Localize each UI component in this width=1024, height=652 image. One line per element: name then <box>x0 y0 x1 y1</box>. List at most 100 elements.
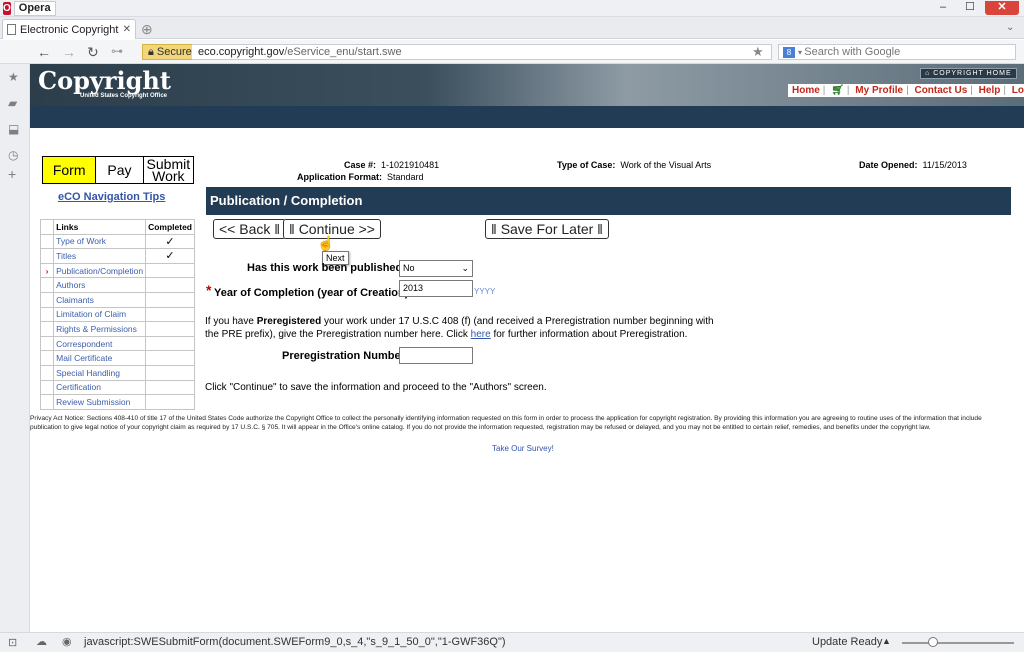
panel-toggle-icon[interactable]: ⊡ <box>8 636 17 649</box>
search-input[interactable]: 8 ▾ Search with Google <box>778 44 1016 60</box>
nav-link[interactable]: Type of Work <box>53 233 147 250</box>
tab-bar <box>0 17 1024 39</box>
copyright-logo[interactable]: Copyright <box>38 66 171 95</box>
zoom-up-icon[interactable]: ▲ <box>882 636 891 646</box>
date-opened: Date Opened: 11/15/2013 <box>859 160 967 170</box>
links-table-row: Special Handling <box>39 364 195 381</box>
key-icon[interactable]: ⊶ <box>111 44 123 58</box>
speed-dial-icon[interactable]: ◉ <box>62 635 72 648</box>
nav-link[interactable]: Correspondent <box>53 335 147 352</box>
current-step-marker <box>39 335 55 352</box>
prereg-here-link[interactable]: here <box>471 329 491 340</box>
completed-check-icon <box>145 394 195 410</box>
star-icon[interactable]: ★ <box>8 70 19 84</box>
links-table-row: Mail Certificate <box>39 350 195 366</box>
survey-link[interactable]: Take Our Survey! <box>492 444 554 453</box>
google-icon: 8 <box>783 47 795 58</box>
year-hint: YYYY <box>474 287 496 296</box>
year-label: Year of Completion (year of Creation): <box>214 287 413 299</box>
required-asterisk: * <box>206 282 212 298</box>
links-table-row: Rights & Permissions <box>39 321 195 337</box>
browser-tab[interactable]: Electronic Copyright O... ✕ <box>2 19 136 39</box>
completed-check-icon <box>145 262 195 279</box>
new-tab-icon[interactable]: ⊕ <box>141 21 153 38</box>
copyright-home-button[interactable]: ⌂ COPYRIGHT HOME <box>920 68 1017 79</box>
status-url: javascript:SWESubmitForm(document.SWEFor… <box>84 636 506 648</box>
notes-icon[interactable]: ▰ <box>8 96 17 110</box>
contact-us-link[interactable]: Contact Us <box>914 85 967 96</box>
cart-icon[interactable]: 🛒︎ <box>831 85 844 96</box>
nav-link[interactable]: Limitation of Claim <box>53 306 147 323</box>
links-table-row: Review Submission <box>39 394 195 410</box>
tab-title: Electronic Copyright O... <box>20 23 119 36</box>
nav-link[interactable]: Publication/Completion <box>53 262 147 279</box>
links-table-row: Type of Work ✓ <box>39 233 195 250</box>
maximize-icon[interactable]: ☐ <box>957 1 983 15</box>
completed-check-icon <box>145 364 195 381</box>
help-link[interactable]: Help <box>979 85 1001 96</box>
logo-subtitle: United States Copyright Office <box>80 93 168 99</box>
section-title: Publication / Completion <box>206 187 1011 215</box>
completed-check-icon <box>145 321 195 337</box>
current-step-marker <box>39 233 55 250</box>
close-tab-icon[interactable]: ✕ <box>123 24 131 35</box>
links-table-header: Links Completed <box>39 219 195 235</box>
update-ready[interactable]: Update Ready <box>812 636 882 648</box>
log-out-link[interactable]: Log Out <box>1012 85 1024 96</box>
nav-link[interactable]: Claimants <box>53 291 147 308</box>
case-number: Case #: 1-1021910481 <box>344 160 440 170</box>
nav-tips-link[interactable]: eCO Navigation Tips <box>58 191 165 203</box>
nav-link[interactable]: Review Submission <box>53 394 147 410</box>
chevron-down-icon[interactable]: ⌄ <box>1006 22 1014 33</box>
blue-bar <box>30 106 1024 128</box>
cloud-icon[interactable]: ☁ <box>36 635 47 648</box>
current-step-marker <box>39 350 55 366</box>
close-window-icon[interactable]: ✕ <box>985 1 1019 15</box>
nav-link[interactable]: Special Handling <box>53 364 147 381</box>
current-step-marker <box>39 306 55 323</box>
zoom-slider[interactable] <box>902 642 1014 644</box>
year-input[interactable]: 2013 <box>399 280 473 297</box>
history-icon[interactable]: ◷ <box>8 148 18 162</box>
opera-menu-button[interactable]: O Opera <box>0 0 56 17</box>
forward-arrow-icon[interactable]: → <box>62 44 76 60</box>
downloads-icon[interactable]: ⬓ <box>8 122 19 136</box>
my-profile-link[interactable]: My Profile <box>855 85 903 96</box>
privacy-notice: Privacy Act Notice: Sections 408-410 of … <box>30 415 982 431</box>
url-input[interactable]: eco.copyright.gov/eService_enu/start.swe <box>192 44 772 60</box>
prereg-label: Preregistration Number: <box>282 350 409 362</box>
web-page: Copyright United States Copyright Office… <box>30 64 1024 632</box>
secure-label: Secure <box>156 46 192 58</box>
home-icon: ⌂ <box>925 70 934 77</box>
opera-menu-label: Opera <box>13 1 56 16</box>
current-step-marker <box>39 379 55 396</box>
current-step-marker <box>39 248 55 264</box>
published-select[interactable]: No ⌄ <box>399 260 473 277</box>
save-for-later-button[interactable]: ‖ Save For Later ‖ <box>485 219 609 239</box>
zoom-slider-handle[interactable] <box>928 637 938 647</box>
add-panel-icon[interactable]: + <box>8 166 16 182</box>
back-button[interactable]: << Back ‖ <box>213 219 287 239</box>
nav-link[interactable]: Titles <box>53 248 147 264</box>
links-table-row: Certification <box>39 379 195 396</box>
status-bar: ⊡ ☁ ◉ javascript:SWESubmitForm(document.… <box>0 632 1024 652</box>
completed-check-icon <box>145 335 195 352</box>
nav-link[interactable]: Rights & Permissions <box>53 321 147 337</box>
reload-icon[interactable]: ↻ <box>87 44 99 61</box>
links-table-row: Limitation of Claim <box>39 306 195 323</box>
completed-check-icon <box>145 277 195 293</box>
prereg-input[interactable] <box>399 347 473 364</box>
minimize-icon[interactable]: – <box>930 1 956 15</box>
secure-badge[interactable]: 🔒︎ Secure <box>142 44 198 60</box>
step-indicator: Form Pay Submit Work <box>42 156 194 184</box>
nav-link[interactable]: Certification <box>53 379 147 396</box>
copyright-home-label: COPYRIGHT HOME <box>933 70 1012 77</box>
nav-link[interactable]: Mail Certificate <box>53 350 147 366</box>
links-table-row: Authors <box>39 277 195 293</box>
home-link[interactable]: Home <box>792 85 820 96</box>
back-arrow-icon[interactable]: ← <box>37 44 51 60</box>
bookmark-star-icon[interactable]: ★ <box>752 44 764 60</box>
step-submit-work: Submit Work <box>143 157 193 183</box>
nav-link[interactable]: Authors <box>53 277 147 293</box>
url-path: /eService_enu/start.swe <box>284 46 402 58</box>
